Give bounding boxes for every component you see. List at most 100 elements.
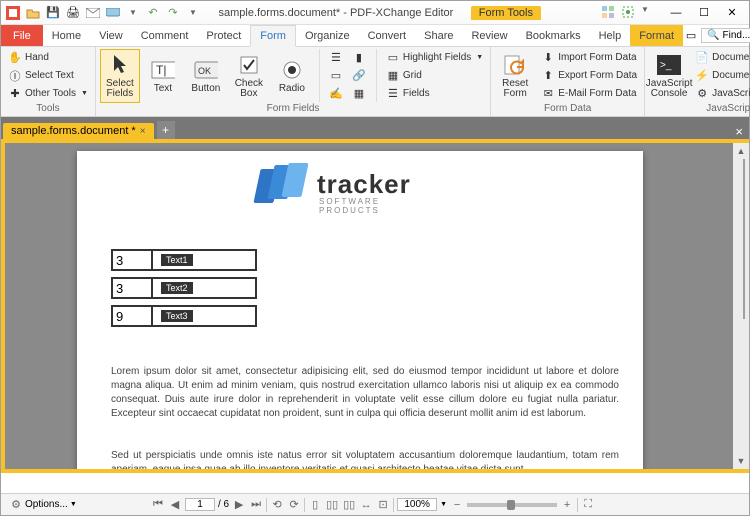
last-page-icon[interactable]: ⏭ bbox=[249, 498, 263, 512]
nav-back-icon[interactable]: ⟲ bbox=[270, 498, 284, 512]
print-icon[interactable]: 🖨 bbox=[65, 5, 81, 21]
launch-icon[interactable] bbox=[621, 5, 637, 21]
two-page-icon[interactable]: ▯▯ bbox=[342, 498, 356, 512]
tab-share[interactable]: Share bbox=[415, 25, 462, 46]
ribbon-tabs: File Home View Comment Protect Form Orga… bbox=[1, 25, 749, 47]
listbox-icon: ☰ bbox=[329, 51, 343, 65]
options-button[interactable]: ⚙Options...▼ bbox=[5, 497, 81, 513]
link-button[interactable]: 🔗 bbox=[349, 67, 369, 84]
export-form-data[interactable]: ⬆Export Form Data bbox=[538, 67, 640, 84]
collapse-ribbon-icon[interactable]: ▭ bbox=[683, 28, 699, 44]
form-field-2[interactable]: 3Text2 bbox=[111, 277, 257, 299]
select-text-tool[interactable]: ⒾSelect Text bbox=[5, 67, 91, 84]
radio-button[interactable]: Radio bbox=[272, 49, 312, 103]
mail-icon[interactable] bbox=[85, 5, 101, 21]
cursor-icon bbox=[108, 53, 132, 77]
select-fields-button[interactable]: Select Fields bbox=[100, 49, 140, 103]
image-icon: ▦ bbox=[352, 87, 366, 101]
prev-page-icon[interactable]: ◀ bbox=[168, 498, 182, 512]
zoom-input[interactable] bbox=[397, 498, 437, 511]
tab-format[interactable]: Format bbox=[630, 25, 683, 46]
svg-text:T|: T| bbox=[156, 63, 166, 77]
group-label: Tools bbox=[5, 103, 91, 115]
tab-home[interactable]: Home bbox=[43, 25, 90, 46]
first-page-icon[interactable]: ⏮ bbox=[151, 498, 165, 512]
new-tab-button[interactable]: + bbox=[157, 121, 175, 139]
doc-javascript[interactable]: 📄Document JavaScript bbox=[692, 49, 750, 66]
redo-icon[interactable]: ↷ bbox=[165, 5, 181, 21]
import-form-data[interactable]: ⬇Import Form Data bbox=[538, 49, 640, 66]
group-form-fields: Select Fields T|Text OKButton Check Box … bbox=[96, 47, 491, 116]
fit-width-icon[interactable]: ↔ bbox=[359, 498, 373, 512]
undo-icon[interactable]: ↶ bbox=[145, 5, 161, 21]
tab-form[interactable]: Form bbox=[250, 25, 296, 47]
close-all-tabs[interactable]: × bbox=[729, 124, 749, 139]
highlight-fields-button[interactable]: ▭Highlight Fields▼ bbox=[383, 49, 486, 66]
pdf-page: tracker SOFTWARE PRODUCTS 3Text1 3Text2 … bbox=[77, 151, 643, 469]
app-icon bbox=[5, 5, 21, 21]
find-button[interactable]: 🔍Find... bbox=[701, 28, 750, 43]
text-field-button[interactable]: T|Text bbox=[143, 49, 183, 103]
close-button[interactable]: ✕ bbox=[719, 4, 745, 22]
button-field-button[interactable]: OKButton bbox=[186, 49, 226, 103]
viewport[interactable]: tracker SOFTWARE PRODUCTS 3Text1 3Text2 … bbox=[5, 143, 733, 469]
email-form-data[interactable]: ✉E-Mail Form Data bbox=[538, 85, 640, 102]
button-icon: OK bbox=[194, 58, 218, 82]
scan-icon[interactable] bbox=[105, 5, 121, 21]
document-tab[interactable]: sample.forms.document *× bbox=[3, 123, 154, 139]
status-bar: ⚙Options...▼ ⏮ ◀ / 6 ▶ ⏭ ⟲ ⟳ ▯ ▯▯ ▯▯ ↔ ⊡… bbox=[1, 493, 749, 515]
next-page-icon[interactable]: ▶ bbox=[232, 498, 246, 512]
reset-form-button[interactable]: Reset Form bbox=[495, 49, 535, 103]
fields-button[interactable]: ☰Fields bbox=[383, 85, 486, 102]
hand-tool[interactable]: ✋Hand bbox=[5, 49, 91, 66]
gear-icon: ⚙ bbox=[9, 498, 23, 512]
other-tools[interactable]: ✚Other Tools▼ bbox=[5, 85, 91, 102]
close-tab-icon[interactable]: × bbox=[140, 126, 146, 137]
save-icon[interactable]: 💾 bbox=[45, 5, 61, 21]
zoom-out-icon[interactable]: − bbox=[450, 498, 464, 512]
js-console-button[interactable]: >_JavaScript Console bbox=[649, 49, 689, 103]
continuous-icon[interactable]: ▯▯ bbox=[325, 498, 339, 512]
ui-options-icon[interactable] bbox=[601, 5, 617, 21]
minimize-button[interactable]: — bbox=[663, 4, 689, 22]
js-options[interactable]: ⚙JavaScript Options bbox=[692, 85, 750, 102]
form-field-1[interactable]: 3Text1 bbox=[111, 249, 257, 271]
vertical-scrollbar[interactable]: ▲ ▼ bbox=[733, 143, 749, 469]
tab-view[interactable]: View bbox=[90, 25, 132, 46]
group-javascript: >_JavaScript Console 📄Document JavaScrip… bbox=[645, 47, 750, 116]
tab-comment[interactable]: Comment bbox=[132, 25, 198, 46]
single-page-icon[interactable]: ▯ bbox=[308, 498, 322, 512]
grid-button[interactable]: ▦Grid bbox=[383, 67, 486, 84]
qat-more-icon[interactable]: ▼ bbox=[125, 5, 141, 21]
context-tab-header: Form Tools bbox=[471, 6, 541, 20]
tab-review[interactable]: Review bbox=[462, 25, 516, 46]
image-button[interactable]: ▦ bbox=[349, 85, 369, 102]
tab-help[interactable]: Help bbox=[590, 25, 631, 46]
form-field-3[interactable]: 9Text3 bbox=[111, 305, 257, 327]
maximize-button[interactable]: ☐ bbox=[691, 4, 717, 22]
list-box-button[interactable]: ☰ bbox=[326, 49, 346, 66]
doc-actions[interactable]: ⚡Document Actions bbox=[692, 67, 750, 84]
tab-organize[interactable]: Organize bbox=[296, 25, 359, 46]
fit-page-icon[interactable]: ⊡ bbox=[376, 498, 390, 512]
scroll-thumb[interactable] bbox=[743, 159, 745, 319]
open-icon[interactable] bbox=[25, 5, 41, 21]
scroll-up-icon[interactable]: ▲ bbox=[737, 143, 746, 159]
page-input[interactable] bbox=[185, 498, 215, 511]
svg-text:OK: OK bbox=[198, 66, 211, 76]
combo-box-button[interactable]: ▭ bbox=[326, 67, 346, 84]
checkbox-button[interactable]: Check Box bbox=[229, 49, 269, 103]
tab-convert[interactable]: Convert bbox=[359, 25, 416, 46]
nav-fwd-icon[interactable]: ⟳ bbox=[287, 498, 301, 512]
zoom-in-icon[interactable]: + bbox=[560, 498, 574, 512]
fullscreen-icon[interactable]: ⛶ bbox=[581, 498, 595, 512]
more-icon[interactable]: ▼ bbox=[641, 5, 657, 21]
barcode-button[interactable]: ▮ bbox=[349, 49, 369, 66]
zoom-slider[interactable] bbox=[467, 503, 557, 507]
file-tab[interactable]: File bbox=[1, 25, 43, 46]
qat-more2-icon[interactable]: ▼ bbox=[185, 5, 201, 21]
scroll-down-icon[interactable]: ▼ bbox=[737, 453, 746, 469]
tab-bookmarks[interactable]: Bookmarks bbox=[517, 25, 590, 46]
tab-protect[interactable]: Protect bbox=[197, 25, 250, 46]
signature-button[interactable]: ✍ bbox=[326, 85, 346, 102]
